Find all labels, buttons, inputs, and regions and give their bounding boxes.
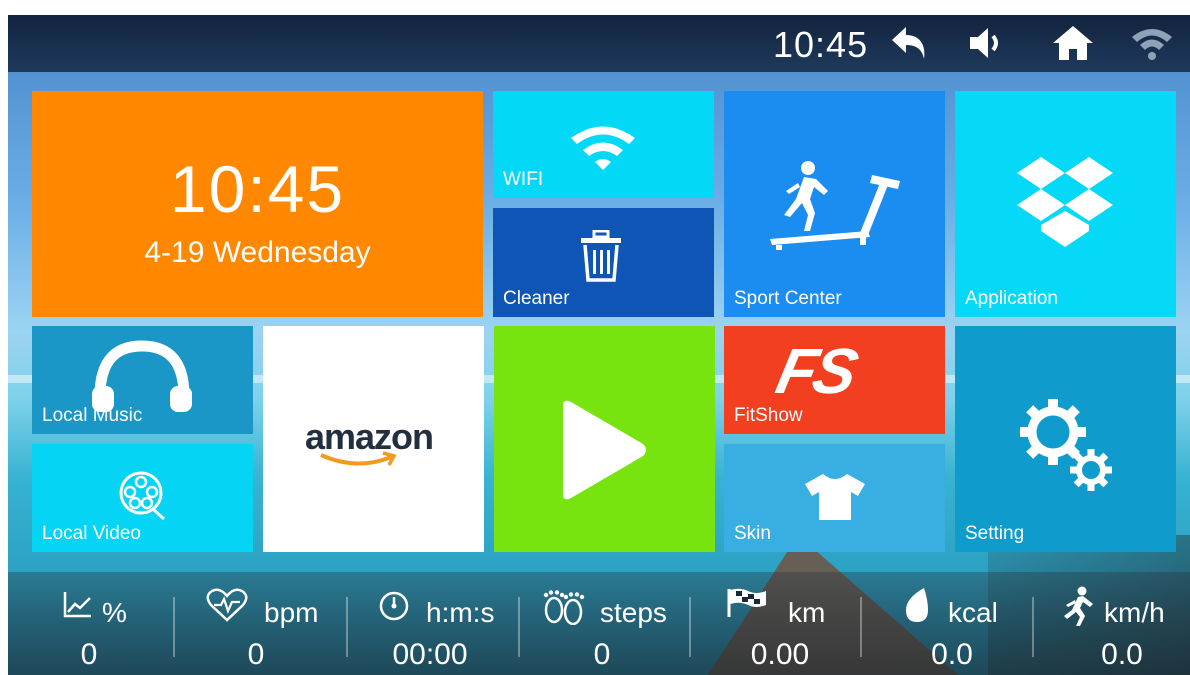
launcher-screen: 10:45 10:45 4-19 Wednesday WIFI Cleaner … bbox=[8, 15, 1190, 675]
trash-icon bbox=[581, 230, 621, 282]
skin-tile[interactable]: Skin bbox=[724, 444, 945, 552]
shirt-icon bbox=[805, 474, 865, 520]
dropbox-icon bbox=[1017, 157, 1113, 247]
video-play-tile[interactable] bbox=[494, 326, 715, 552]
stat-heart-rate-value: 0 bbox=[247, 638, 265, 671]
gears-icon bbox=[1020, 399, 1112, 491]
stat-time-unit: h:m:s bbox=[426, 597, 495, 628]
play-icon bbox=[563, 400, 646, 500]
headphones-icon bbox=[92, 340, 192, 412]
stat-steps: steps 0 bbox=[520, 572, 688, 675]
cleaner-label: Cleaner bbox=[503, 288, 570, 309]
amazon-tile[interactable]: amazon bbox=[263, 326, 484, 552]
stat-steps-unit: steps bbox=[600, 597, 667, 628]
runner-icon bbox=[1064, 586, 1093, 626]
stat-divider bbox=[1032, 597, 1034, 657]
stat-speed-unit: km/h bbox=[1104, 597, 1165, 628]
application-label: Application bbox=[965, 288, 1058, 309]
stat-steps-value: 0 bbox=[593, 638, 611, 671]
fitshow-tile[interactable]: FS FitShow bbox=[724, 326, 945, 434]
wifi-icon bbox=[571, 126, 635, 170]
cleaner-tile[interactable]: Cleaner bbox=[493, 208, 714, 317]
stat-distance: km 0.00 bbox=[692, 572, 860, 675]
footprints-icon bbox=[543, 590, 585, 625]
timer-icon bbox=[379, 591, 409, 621]
amazon-smile-icon bbox=[320, 451, 397, 466]
local-music-tile[interactable]: Local Music bbox=[32, 326, 253, 434]
fitshow-logo: FS bbox=[770, 335, 862, 407]
film-reel-icon bbox=[119, 471, 166, 520]
wifi-label: WIFI bbox=[503, 169, 544, 190]
clock-tile[interactable]: 10:45 4-19 Wednesday bbox=[32, 91, 483, 317]
stat-heart-rate-unit: bpm bbox=[264, 597, 319, 628]
stat-distance-unit: km bbox=[788, 597, 826, 628]
heart-rate-icon bbox=[206, 588, 248, 622]
workout-stats-bar: % 0 bpm 0 h:m:s 00:00 steps 0 km 0.00 kc… bbox=[8, 572, 1190, 675]
chart-icon bbox=[63, 592, 91, 618]
stat-incline: % 0 bbox=[8, 572, 176, 675]
status-bar: 10:45 bbox=[8, 15, 1190, 72]
sport-center-label: Sport Center bbox=[734, 288, 842, 309]
local-music-label: Local Music bbox=[42, 405, 143, 426]
stat-calories-value: 0.0 bbox=[931, 638, 973, 671]
drop-icon bbox=[906, 588, 928, 622]
stat-incline-unit: % bbox=[102, 597, 127, 628]
stat-calories-unit: kcal bbox=[948, 597, 998, 628]
home-icon[interactable] bbox=[1051, 23, 1095, 63]
fitshow-label: FitShow bbox=[734, 405, 803, 426]
skin-label: Skin bbox=[734, 523, 771, 544]
stat-distance-value: 0.00 bbox=[750, 638, 810, 671]
sport-center-tile[interactable]: Sport Center bbox=[724, 91, 945, 317]
clock-time: 10:45 bbox=[169, 152, 346, 226]
volume-icon[interactable] bbox=[966, 23, 1010, 63]
local-video-tile[interactable]: Local Video bbox=[32, 444, 253, 552]
stat-divider bbox=[689, 597, 691, 657]
application-tile[interactable]: Application bbox=[955, 91, 1176, 317]
treadmill-icon bbox=[770, 161, 900, 250]
stat-time: h:m:s 00:00 bbox=[348, 572, 516, 675]
clock-date: 4-19 Wednesday bbox=[144, 236, 371, 269]
back-icon[interactable] bbox=[888, 23, 932, 63]
stat-divider bbox=[860, 597, 862, 657]
wifi-icon bbox=[1132, 29, 1172, 60]
wifi-tile[interactable]: WIFI bbox=[493, 91, 714, 198]
status-time: 10:45 bbox=[773, 24, 869, 65]
local-video-label: Local Video bbox=[42, 523, 141, 544]
finish-flag-icon bbox=[727, 588, 766, 617]
stat-speed: km/h 0.0 bbox=[1036, 572, 1190, 675]
stat-calories: kcal 0.0 bbox=[864, 572, 1032, 675]
setting-label: Setting bbox=[965, 523, 1025, 544]
stat-time-value: 00:00 bbox=[392, 638, 468, 671]
stat-speed-value: 0.0 bbox=[1101, 638, 1143, 671]
stat-incline-value: 0 bbox=[80, 638, 98, 671]
setting-tile[interactable]: Setting bbox=[955, 326, 1176, 552]
stat-heart-rate: bpm 0 bbox=[176, 572, 344, 675]
